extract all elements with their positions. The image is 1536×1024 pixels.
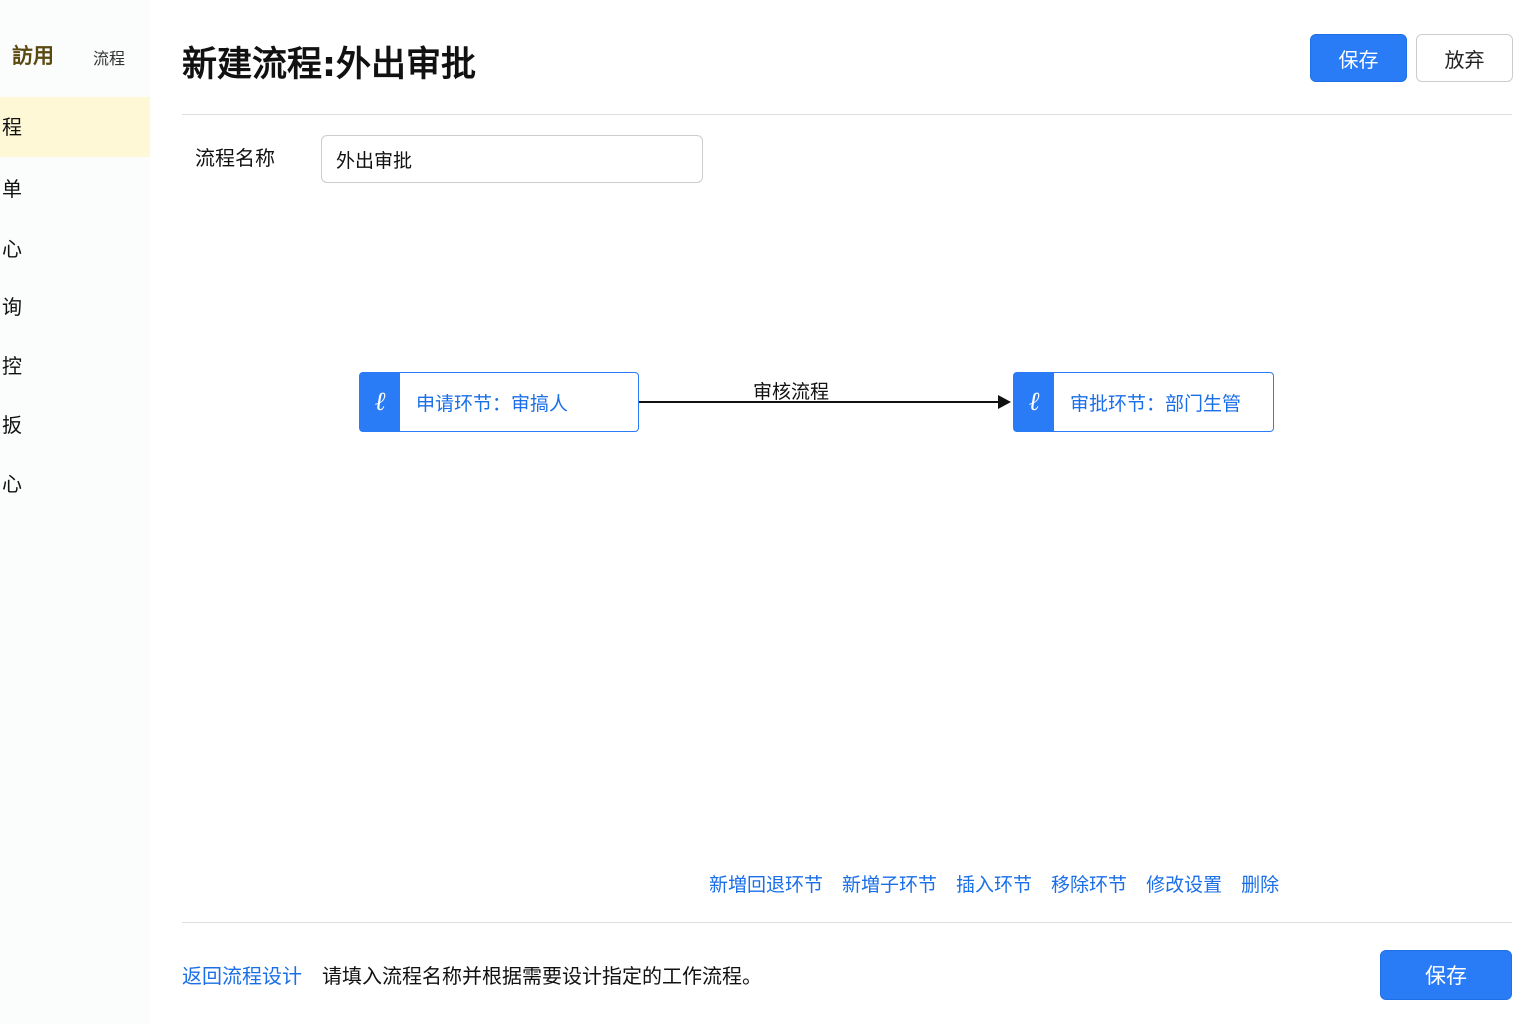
sidebar-item-7[interactable]: 心 <box>0 454 150 514</box>
divider <box>182 114 1512 115</box>
back-link[interactable]: 返回流程设计 <box>182 960 302 989</box>
add-back-node-link[interactable]: 新増回退环节 <box>709 870 823 897</box>
add-sub-node-link[interactable]: 新増子环节 <box>842 870 937 897</box>
remove-node-link[interactable]: 移除环节 <box>1051 870 1127 897</box>
sidebar-tab-flow[interactable]: 流程 <box>93 45 125 69</box>
node-label: 申请环节：审搞人 <box>416 392 569 415</box>
divider <box>182 922 1512 923</box>
footer-save-button[interactable]: 保存 <box>1380 950 1512 1000</box>
node-label: 审批环节：部门生管 <box>1070 392 1242 415</box>
insert-node-link[interactable]: 插入环节 <box>956 870 1032 897</box>
sidebar-item-1[interactable]: 程 <box>0 97 150 157</box>
arrow-head-icon <box>998 395 1011 409</box>
page-title: 新建流程:外出审批 <box>182 45 476 85</box>
diagram-actions: 新増回退环节 新増子环节 插入环节 移除环节 修改设置 删除 <box>709 870 1279 897</box>
save-button[interactable]: 保存 <box>1310 34 1407 82</box>
edge-label: 审核流程 <box>753 381 830 403</box>
sidebar-header: 訪用 <box>12 44 54 68</box>
node-apply[interactable]: ℓ 申请环节：审搞人 <box>359 372 639 432</box>
delete-link[interactable]: 删除 <box>1241 870 1279 897</box>
sidebar-item-3[interactable]: 心 <box>0 219 150 279</box>
sidebar-item-6[interactable]: 扳 <box>0 395 150 455</box>
node-approve[interactable]: ℓ 审批环节：部门生管 <box>1013 372 1274 432</box>
hint-text: 请填入流程名称并根据需要设计指定的工作流程。 <box>322 964 762 988</box>
sidebar: 訪用 流程 程 单 心 询 控 扳 心 <box>0 0 150 1024</box>
flow-name-label: 流程名称 <box>195 146 275 170</box>
discard-button[interactable]: 放弃 <box>1416 34 1513 82</box>
sidebar-item-4[interactable]: 询 <box>0 277 150 337</box>
edit-settings-link[interactable]: 修改设置 <box>1146 870 1222 897</box>
signature-icon: ℓ <box>360 373 400 431</box>
signature-icon: ℓ <box>1014 373 1054 431</box>
flow-name-input[interactable] <box>321 135 703 183</box>
sidebar-item-2[interactable]: 单 <box>0 159 150 219</box>
sidebar-item-5[interactable]: 控 <box>0 336 150 396</box>
